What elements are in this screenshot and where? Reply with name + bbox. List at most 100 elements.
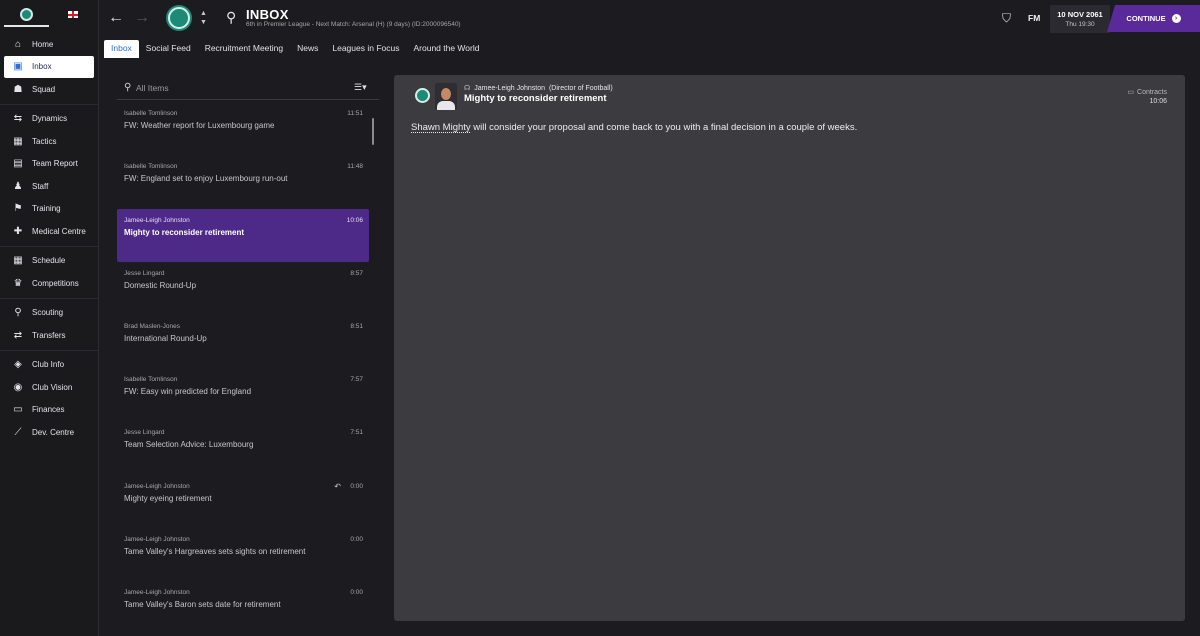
sidebar-item-label: Transfers [32,330,66,340]
message-sender: Isabelle Tomlinson [124,110,178,117]
sidebar-item-club-vision[interactable]: ◉ Club Vision [4,376,94,399]
tab-news[interactable]: News [290,40,325,58]
club-badge-icon[interactable] [20,8,33,21]
club-badge-icon[interactable] [168,7,190,29]
nav-group-team: ⇆ Dynamics ▦ Tactics ▤ Team Report ♟ Staff ⚑… [0,105,98,247]
nav-group-competitions: ▦ Schedule ♛ Competitions [0,247,98,299]
sender-avatar[interactable] [435,83,457,110]
list-item[interactable]: Jesse Lingard 7:51 Team Selection Advice… [117,421,369,474]
forward-arrow-icon[interactable]: → [134,9,150,27]
message-time: 8:57 [350,270,363,277]
tab-inbox[interactable]: Inbox [104,40,139,58]
england-flag-icon[interactable] [68,11,78,18]
tab-recruitment-meeting[interactable]: Recruitment Meeting [198,40,290,58]
sidebar-item-schedule[interactable]: ▦ Schedule [4,250,94,273]
list-item[interactable]: Jamee-Leigh Johnston ↶ 0:00 Mighty eyein… [117,475,369,528]
tab-leagues-in-focus[interactable]: Leagues in Focus [325,40,406,58]
message-subject: Mighty to reconsider retirement [464,93,607,104]
fm-menu[interactable]: FM [1028,13,1040,23]
sidebar-item-medical-centre[interactable]: ✚ Medical Centre [4,220,94,243]
message-text: will consider your proposal and come bac… [470,122,858,133]
message-time: 7:51 [350,429,363,436]
sidebar-item-scouting[interactable]: ⚲ Scouting [4,302,94,325]
list-item[interactable]: Brad Maslen-Jones 8:51 International Rou… [117,315,369,368]
message-sender: Jesse Lingard [124,270,165,277]
list-header: ⚲ All Items ☰▾ [117,75,379,100]
sidebar-item-tactics[interactable]: ▦ Tactics [4,130,94,153]
club-info-icon: ◈ [14,359,22,371]
sidebar-item-label: Club Info [32,360,65,370]
sidebar-item-label: Competitions [32,278,79,288]
sender-name[interactable]: Jamee-Leigh Johnston [474,85,545,92]
message-sender: Isabelle Tomlinson [124,376,178,383]
sidebar-item-club-info[interactable]: ◈ Club Info [4,354,94,377]
message-sender: Brad Maslen-Jones [124,323,180,330]
list-item[interactable]: Jesse Lingard 8:57 Domestic Round-Up [117,262,369,315]
message-sender: Jamee-Leigh Johnston [124,217,190,224]
list-scrollbar[interactable] [372,118,374,145]
manager-crest-icon[interactable]: ⛉ [1002,11,1011,26]
finances-icon: ▭ [13,404,23,416]
sidebar-item-label: Medical Centre [32,226,86,236]
sidebar-item-squad[interactable]: ☗ Squad [4,78,94,101]
sidebar-item-team-report[interactable]: ▤ Team Report [4,153,94,176]
game-date[interactable]: 10 NOV 2061 Thu 19:30 [1050,5,1110,33]
message-time: 0:00 [350,589,363,596]
message-body: Shawn Mighty will consider your proposal… [411,122,857,133]
sender-line: ☊ Jamee-Leigh Johnston (Director of Footb… [464,84,613,92]
avatar-head [441,88,451,100]
sidebar-active-indicator [4,25,49,27]
category-tag: ▭ Contracts [1127,88,1167,96]
sidebar-item-transfers[interactable]: ⇄ Transfers [4,324,94,347]
list-item-selected[interactable]: Jamee-Leigh Johnston 10:06 Mighty to rec… [117,209,369,262]
message-time: 0:00 [350,483,363,490]
sidebar-item-dev-centre[interactable]: ⟋ Dev. Centre [4,421,94,444]
sidebar-item-training[interactable]: ⚑ Training [4,198,94,221]
sidebar-top [0,0,98,30]
back-arrow-icon[interactable]: ← [108,9,124,27]
sidebar-item-label: Home [32,39,54,49]
message-subject: Team Selection Advice: Luxembourg [124,440,254,449]
medical-icon: ✚ [13,225,23,237]
club-badge-icon [415,88,430,103]
sidebar-item-label: Scouting [32,308,64,318]
page-subtitle: 6th in Premier League - Next Match: Arse… [246,21,461,28]
dev-centre-icon: ⟋ [14,426,22,438]
message-sender: Jesse Lingard [124,429,165,436]
top-bar: ← → ▲ ▼ ⚲ INBOX 6th in Premier League - N… [100,0,1200,36]
sort-menu-icon[interactable]: ☰▾ [354,82,367,93]
sidebar: ⌂ Home ▣ Inbox ☗ Squad ⇆ Dynamics ▦ Tactics ▤… [0,0,99,636]
search-icon[interactable]: ⚲ [226,9,236,26]
list-item[interactable]: Jamee-Leigh Johnston 0:00 Tame Valley's … [117,581,369,634]
list-item[interactable]: Isabelle Tomlinson 11:48 FW: England set… [117,155,369,208]
list-item[interactable]: Isabelle Tomlinson 7:57 FW: Easy win pre… [117,368,369,421]
message-detail: ☊ Jamee-Leigh Johnston (Director of Footb… [394,75,1185,621]
message-subject: Tame Valley's Hargreaves sets sights on … [124,547,306,556]
list-item[interactable]: Isabelle Tomlinson 11:51 FW: Weather rep… [117,102,369,155]
sidebar-item-inbox[interactable]: ▣ Inbox [4,55,94,78]
message-time: 8:51 [350,323,363,330]
message-time: 11:48 [347,163,363,170]
filter-input[interactable]: All Items [136,83,169,93]
nav-group-main: ⌂ Home ▣ Inbox ☗ Squad [0,30,98,105]
sidebar-item-label: Schedule [32,256,66,266]
category-label: Contracts [1137,89,1167,96]
player-link[interactable]: Shawn Mighty [411,122,471,133]
tab-around-the-world[interactable]: Around the World [406,40,486,58]
list-item[interactable]: Jamee-Leigh Johnston 0:00 Tame Valley's … [117,528,369,581]
sidebar-item-home[interactable]: ⌂ Home [4,33,94,56]
search-icon[interactable]: ⚲ [124,82,131,93]
sidebar-item-label: Dev. Centre [32,427,75,437]
sidebar-item-label: Inbox [32,62,52,72]
continue-button[interactable]: CONTINUE › [1107,5,1200,32]
sidebar-item-dynamics[interactable]: ⇆ Dynamics [4,108,94,131]
sidebar-item-staff[interactable]: ♟ Staff [4,175,94,198]
tab-social-feed[interactable]: Social Feed [139,40,198,58]
club-switcher-icon[interactable]: ▲ ▼ [200,9,207,27]
page-title: INBOX [246,7,289,22]
sender-role: (Director of Football) [548,85,613,92]
sidebar-item-label: Staff [32,181,49,191]
sidebar-item-finances[interactable]: ▭ Finances [4,399,94,422]
home-icon: ⌂ [14,38,22,50]
sidebar-item-competitions[interactable]: ♛ Competitions [4,272,94,295]
